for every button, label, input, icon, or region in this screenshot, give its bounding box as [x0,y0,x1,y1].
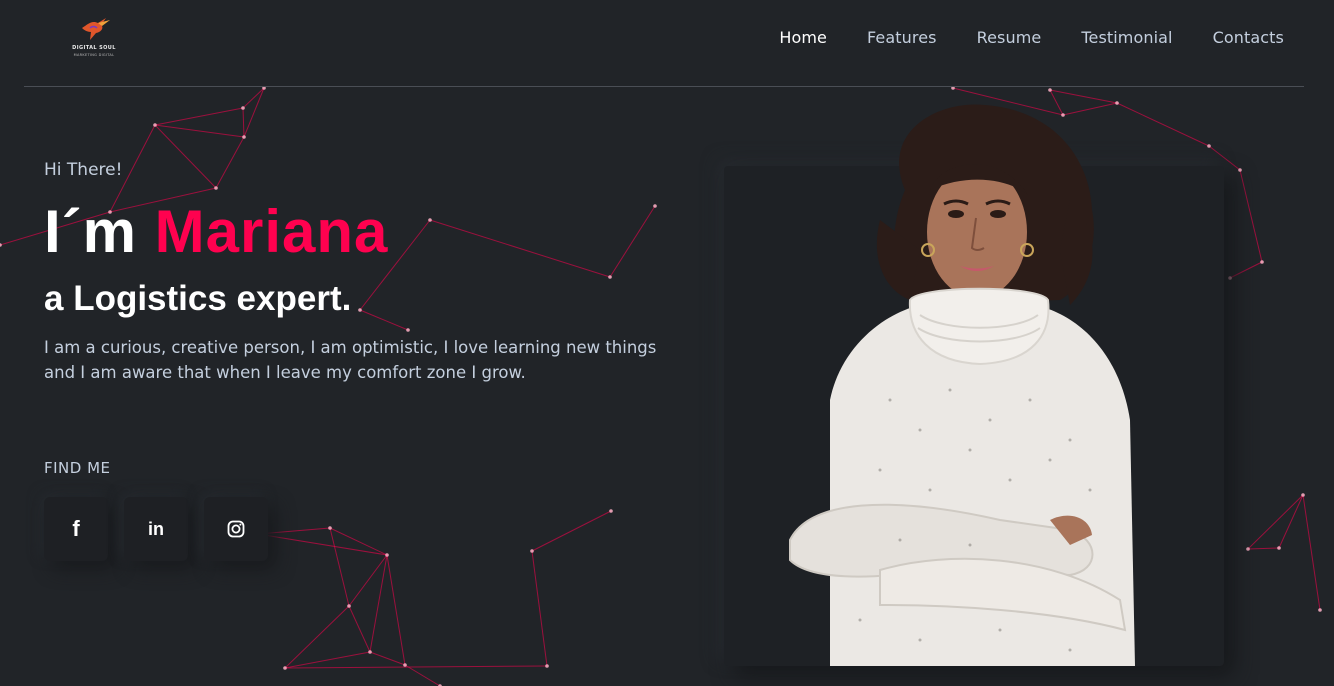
particle-link [284,665,548,669]
particle-link [531,510,612,552]
particle-link [329,527,388,556]
particle-link [284,651,371,669]
instagram-icon [227,520,245,538]
particle-link [242,87,265,109]
particle-dot [153,123,157,127]
linkedin-icon: in [148,518,164,539]
particle-dot [609,509,613,513]
particle-dot [1260,260,1264,264]
particle-dot [1207,144,1211,148]
nav-home[interactable]: Home [779,28,827,47]
particle-link [1247,547,1280,550]
particle-link [242,107,245,138]
particle-link [257,533,388,556]
nav-resume[interactable]: Resume [977,28,1042,47]
role-subhead: a Logistics expert. [44,279,352,318]
hero-name: Mariana [154,198,389,265]
particle-link [386,554,406,666]
nav-features[interactable]: Features [867,28,937,47]
particle-dot [283,666,287,670]
particle-link [1229,261,1263,279]
nav-contacts[interactable]: Contacts [1213,28,1284,47]
particle-dot [403,663,407,667]
page: DIGITAL SOUL MARKETING DIGITAL Home Feat… [0,0,1334,686]
site-header: DIGITAL SOUL MARKETING DIGITAL Home Feat… [24,0,1304,87]
particle-dot [1228,276,1232,280]
particle-link [257,527,331,535]
instagram-button[interactable] [204,497,268,561]
particle-dot [385,553,389,557]
particle-dot [1318,608,1322,612]
particle-link [154,124,245,138]
particle-dot [1277,546,1281,550]
headline-prefix: I´m [44,198,155,265]
particle-link [1239,169,1263,263]
particle-dot [1238,168,1242,172]
particle-link [1302,494,1321,611]
hero-section: Hi There! I´m Mariana a Logistics expert… [44,158,684,385]
particle-dot [242,135,246,139]
hummingbird-icon [82,18,110,40]
linkedin-button[interactable]: in [124,497,188,561]
particle-dot [1246,547,1250,551]
particle-link [531,550,548,667]
particle-link [284,605,350,669]
bio-text: I am a curious, creative person, I am op… [44,338,657,382]
particle-link [329,527,350,607]
logo-subtitle: MARKETING DIGITAL [73,53,115,57]
particle-dot [530,549,534,553]
particle-link [404,664,441,686]
find-me-label: FIND ME [44,459,111,477]
particle-link [348,554,388,607]
particle-dot [0,243,2,247]
logo[interactable]: DIGITAL SOUL MARKETING DIGITAL [70,14,126,62]
particle-dot [368,650,372,654]
greeting: Hi There! [44,160,123,180]
social-links: f in [44,497,268,561]
particle-dot [1048,88,1052,92]
facebook-icon: f [72,516,80,541]
particle-link [369,651,406,666]
particle-dot [1301,493,1305,497]
particle-link [154,107,244,126]
particle-dot [241,106,245,110]
particle-link [348,605,371,653]
particle-link [243,87,265,138]
particle-dot [347,604,351,608]
portrait-image [789,104,1135,666]
main-nav: Home Features Resume Testimonial Contact… [779,28,1284,47]
particle-link [1247,494,1304,550]
logo-title: DIGITAL SOUL [72,45,116,51]
nav-testimonial[interactable]: Testimonial [1081,28,1172,47]
particle-link [1278,494,1304,549]
particle-link [369,554,388,653]
facebook-button[interactable]: f [44,497,108,561]
particle-dot [545,664,549,668]
headline: I´m Mariana [44,200,684,264]
particle-dot [328,526,332,530]
